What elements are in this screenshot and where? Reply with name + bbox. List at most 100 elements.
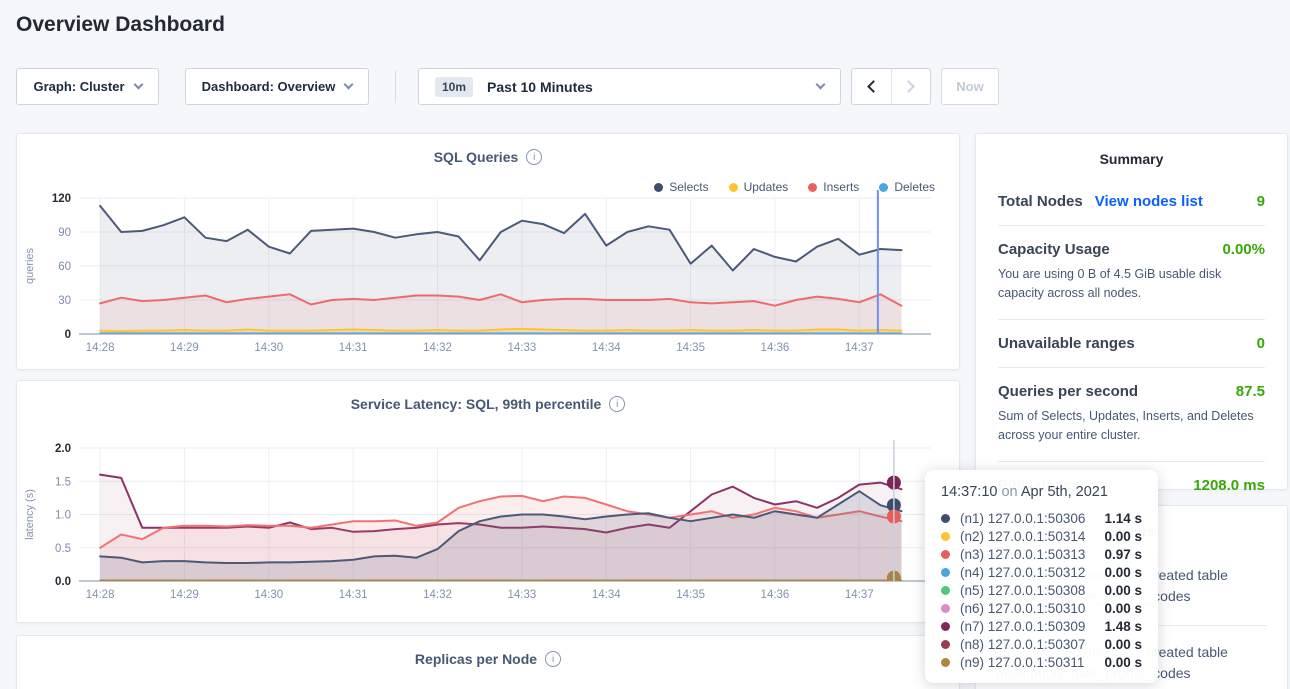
svg-text:0.0: 0.0 (55, 576, 71, 588)
tooltip-node-label: (n3) 127.0.0.1:50313 (960, 547, 1104, 562)
svg-text:14:35: 14:35 (676, 589, 705, 601)
summary-row-label: Queries per second (998, 383, 1138, 400)
svg-text:14:33: 14:33 (507, 342, 536, 354)
tooltip-node-value: 1.48 s (1104, 619, 1142, 634)
svg-text:14:30: 14:30 (254, 589, 283, 601)
dashboard-dropdown[interactable]: Dashboard: Overview (185, 68, 369, 105)
graph-dropdown-label: Graph: Cluster (33, 79, 124, 94)
summary-row-value: 87.5 (1236, 383, 1265, 400)
svg-text:14:32: 14:32 (423, 589, 452, 601)
chart-title: Service Latency: SQL, 99th percentile (351, 396, 602, 412)
service-latency-chart[interactable]: 14:2814:2914:3014:3114:3214:3314:3414:35… (17, 433, 959, 615)
svg-text:14:32: 14:32 (423, 342, 452, 354)
svg-text:14:37: 14:37 (845, 342, 874, 354)
replicas-per-node-card: Replicas per Node (16, 635, 960, 689)
time-nav-arrows (851, 68, 931, 105)
tooltip-node-row: (n3) 127.0.0.1:503130.97 s (941, 545, 1142, 563)
time-range-label: Past 10 Minutes (487, 79, 593, 95)
summary-row-label: Total Nodes (998, 193, 1083, 210)
summary-divider (998, 225, 1265, 226)
tooltip-node-row: (n7) 127.0.0.1:503091.48 s (941, 617, 1142, 635)
node-series-dot-icon (941, 514, 950, 523)
tooltip-node-value: 0.97 s (1104, 547, 1142, 562)
summary-divider (998, 461, 1265, 462)
svg-text:14:37: 14:37 (845, 589, 874, 601)
chevron-left-icon (867, 80, 880, 93)
sql-queries-card: SQL Queries SelectsUpdatesInsertsDeletes… (16, 133, 960, 370)
summary-row-value: 0.00% (1222, 241, 1265, 258)
chevron-down-icon (816, 80, 826, 90)
tooltip-node-row: (n1) 127.0.0.1:503061.14 s (941, 509, 1142, 527)
svg-text:14:34: 14:34 (592, 589, 621, 601)
tooltip-node-value: 0.00 s (1104, 565, 1142, 580)
node-series-dot-icon (941, 640, 950, 649)
svg-text:120: 120 (52, 193, 71, 205)
now-button[interactable]: Now (941, 68, 999, 105)
chevron-right-icon (902, 80, 915, 93)
tooltip-node-value: 0.00 s (1104, 601, 1142, 616)
page-title: Overview Dashboard (16, 13, 225, 37)
svg-text:14:36: 14:36 (761, 342, 790, 354)
node-series-dot-icon (941, 586, 950, 595)
svg-text:90: 90 (58, 227, 71, 239)
time-range-badge: 10m (435, 77, 473, 97)
time-range-picker[interactable]: 10m Past 10 Minutes (418, 68, 841, 105)
info-icon[interactable] (609, 396, 625, 412)
svg-text:0.5: 0.5 (55, 543, 71, 555)
node-series-dot-icon (941, 622, 950, 631)
dashboard-dropdown-label: Dashboard: Overview (202, 79, 336, 94)
toolbar-divider (395, 70, 396, 103)
sql-queries-chart[interactable]: 14:2814:2914:3014:3114:3214:3314:3414:35… (17, 186, 959, 364)
tooltip-node-label: (n7) 127.0.0.1:50309 (960, 619, 1104, 634)
info-icon[interactable] (545, 651, 561, 667)
tooltip-timestamp: 14:37:10 on Apr 5th, 2021 (941, 484, 1142, 500)
svg-text:14:30: 14:30 (254, 342, 283, 354)
tooltip-node-label: (n9) 127.0.0.1:50311 (960, 655, 1104, 670)
svg-text:0: 0 (65, 329, 71, 341)
summary-row-value: 1208.0 ms (1193, 477, 1265, 494)
tooltip-node-label: (n2) 127.0.0.1:50314 (960, 529, 1104, 544)
chart-hover-tooltip: 14:37:10 on Apr 5th, 2021 (n1) 127.0.0.1… (925, 470, 1158, 683)
tooltip-node-label: (n8) 127.0.0.1:50307 (960, 637, 1104, 652)
node-series-dot-icon (941, 604, 950, 613)
info-icon[interactable] (526, 149, 542, 165)
tooltip-node-value: 0.00 s (1104, 655, 1142, 670)
svg-text:1.5: 1.5 (55, 476, 71, 488)
view-nodes-list-link[interactable]: View nodes list (1095, 193, 1203, 210)
prev-time-button[interactable] (852, 69, 891, 104)
svg-text:1.0: 1.0 (55, 510, 71, 522)
summary-row-value: 0 (1257, 335, 1265, 352)
svg-text:14:29: 14:29 (170, 589, 199, 601)
svg-text:14:35: 14:35 (676, 342, 705, 354)
svg-text:2.0: 2.0 (55, 443, 71, 455)
chevron-down-icon (344, 80, 354, 90)
svg-text:14:28: 14:28 (86, 342, 115, 354)
node-series-dot-icon (941, 658, 950, 667)
tooltip-node-value: 0.00 s (1104, 583, 1142, 598)
summary-row: Capacity Usage0.00%You are using 0 B of … (998, 241, 1265, 304)
svg-text:14:31: 14:31 (339, 589, 368, 601)
summary-row-description: Sum of Selects, Updates, Inserts, and De… (998, 407, 1265, 446)
tooltip-node-row: (n5) 127.0.0.1:503080.00 s (941, 581, 1142, 599)
svg-text:30: 30 (58, 295, 71, 307)
tooltip-node-row: (n2) 127.0.0.1:503140.00 s (941, 527, 1142, 545)
svg-text:latency (s): latency (s) (24, 489, 36, 540)
graph-dropdown[interactable]: Graph: Cluster (16, 68, 159, 105)
next-time-button[interactable] (891, 69, 931, 104)
node-series-dot-icon (941, 568, 950, 577)
service-latency-card: Service Latency: SQL, 99th percentile 14… (16, 380, 960, 623)
svg-text:60: 60 (58, 261, 71, 273)
tooltip-node-value: 0.00 s (1104, 637, 1142, 652)
tooltip-node-value: 1.14 s (1104, 511, 1142, 526)
summary-row: Total Nodes View nodes list 9 (998, 193, 1265, 210)
chart-title: Replicas per Node (415, 651, 537, 667)
tooltip-node-row: (n9) 127.0.0.1:503110.00 s (941, 653, 1142, 671)
tooltip-node-label: (n5) 127.0.0.1:50308 (960, 583, 1104, 598)
svg-text:14:29: 14:29 (170, 342, 199, 354)
node-series-dot-icon (941, 532, 950, 541)
tooltip-node-value: 0.00 s (1104, 529, 1142, 544)
summary-row-value: 9 (1257, 193, 1265, 210)
summary-row: Queries per second 87.5 Sum of Selects, Up… (998, 383, 1265, 446)
summary-panel: Summary Total NodesView nodes list9Capac… (975, 133, 1288, 490)
svg-text:14:31: 14:31 (339, 342, 368, 354)
